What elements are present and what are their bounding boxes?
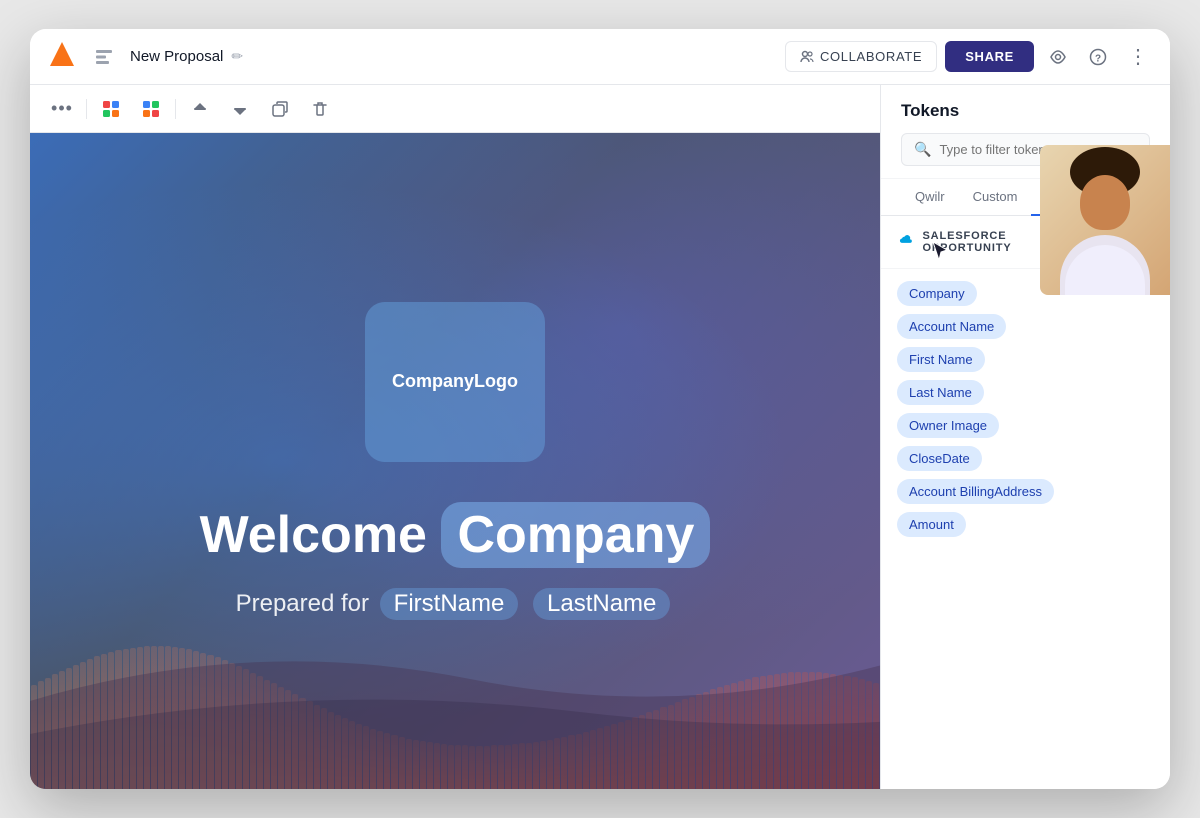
token-account-billing[interactable]: Account BillingAddress — [897, 479, 1054, 504]
more-options-button[interactable]: ••• — [46, 93, 78, 125]
prepared-label: Prepared for — [236, 590, 369, 617]
panel-header: Tokens 🔍 — [881, 85, 1170, 179]
search-box[interactable]: 🔍 — [901, 133, 1150, 166]
company-token-pill[interactable]: Company — [441, 502, 710, 568]
firstname-token-pill[interactable]: FirstName — [380, 588, 519, 620]
token-owner-image[interactable]: Owner Image — [897, 413, 999, 438]
sidebar-toggle[interactable] — [90, 43, 118, 71]
svg-text:?: ? — [1095, 53, 1101, 64]
search-input[interactable] — [939, 142, 1137, 157]
doc-title: New Proposal — [130, 48, 223, 65]
doc-title-area: New Proposal ✏ — [130, 48, 773, 65]
crm-source: SALESFORCE OPPORTUNITY — [897, 230, 1077, 254]
app-logo — [46, 38, 78, 75]
crm-header: SALESFORCE OPPORTUNITY CHANGE — [897, 230, 1154, 254]
toolbar-divider-2 — [175, 99, 176, 119]
lastname-token-pill[interactable]: LastName — [533, 588, 670, 620]
logo-text: CompanyLogo — [392, 371, 518, 392]
editor-canvas: ••• — [30, 85, 880, 789]
top-bar: New Proposal ✏ COLLABORATE SHARE — [30, 29, 1170, 85]
salesforce-icon — [897, 232, 914, 252]
token-first-name[interactable]: First Name — [897, 347, 985, 372]
move-up-button[interactable] — [184, 93, 216, 125]
panel-title: Tokens — [901, 101, 1150, 121]
main-area: ••• — [30, 85, 1170, 789]
collaborate-label: COLLABORATE — [820, 49, 922, 64]
token-close-date[interactable]: CloseDate — [897, 446, 982, 471]
color-picker-button[interactable] — [95, 93, 127, 125]
duplicate-button[interactable] — [264, 93, 296, 125]
token-amount[interactable]: Amount — [897, 512, 966, 537]
search-icon: 🔍 — [914, 141, 931, 158]
company-logo-placeholder: CompanyLogo — [365, 302, 545, 462]
browser-window: New Proposal ✏ COLLABORATE SHARE — [30, 29, 1170, 789]
change-button[interactable]: CHANGE — [1077, 231, 1154, 253]
preview-icon[interactable] — [1042, 41, 1074, 73]
token-account-name[interactable]: Account Name — [897, 314, 1006, 339]
token-list: Company Account Name First Name Last Nam… — [881, 269, 1170, 789]
tokens-panel: Tokens 🔍 Qwilr Custom CRM — [880, 85, 1170, 789]
slide-area: CompanyLogo Welcome Company Prepared for… — [30, 133, 880, 789]
crm-section: SALESFORCE OPPORTUNITY CHANGE — [881, 216, 1170, 269]
prepared-text: Prepared for FirstName LastName — [236, 588, 675, 620]
help-icon[interactable]: ? — [1082, 41, 1114, 73]
token-company[interactable]: Company — [897, 281, 977, 306]
tab-qwilr[interactable]: Qwilr — [901, 179, 959, 216]
tab-custom[interactable]: Custom — [959, 179, 1032, 216]
edit-icon[interactable]: ✏ — [231, 48, 243, 65]
move-down-button[interactable] — [224, 93, 256, 125]
collaborate-button[interactable]: COLLABORATE — [785, 41, 937, 72]
share-button[interactable]: SHARE — [945, 41, 1034, 72]
toolbar-divider — [86, 99, 87, 119]
welcome-label: Welcome — [200, 506, 427, 564]
panel-tabs: Qwilr Custom CRM — [881, 179, 1170, 216]
crm-label: SALESFORCE OPPORTUNITY — [922, 230, 1077, 254]
tab-crm[interactable]: CRM — [1031, 179, 1089, 216]
more-options-icon[interactable]: ⋮ — [1122, 41, 1154, 73]
style-button[interactable] — [135, 93, 167, 125]
token-last-name[interactable]: Last Name — [897, 380, 984, 405]
top-bar-right: COLLABORATE SHARE ? ⋮ — [785, 41, 1154, 73]
editor-toolbar: ••• — [30, 85, 880, 133]
slide-content: CompanyLogo Welcome Company Prepared for… — [30, 133, 880, 789]
delete-button[interactable] — [304, 93, 336, 125]
welcome-text: Welcome Company — [200, 502, 711, 568]
